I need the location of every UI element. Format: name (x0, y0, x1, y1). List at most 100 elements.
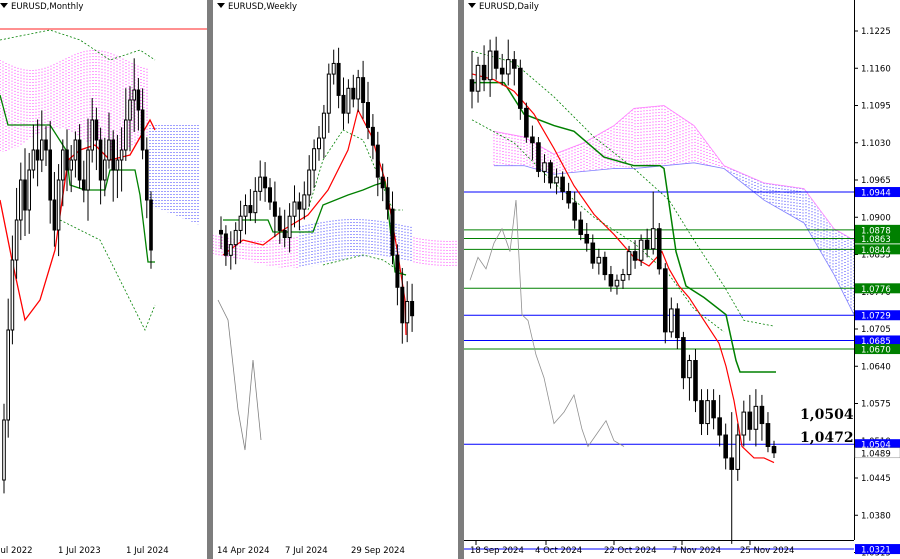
daily-candle (548, 159, 553, 189)
monthly-chart-panel[interactable]: EURUSD,Monthly Jul 2022 1 Jul 2023 1 Jul… (0, 0, 207, 559)
daily-candle (620, 268, 626, 289)
price-axis-label: 1.0640 (861, 362, 891, 372)
daily-candle (511, 51, 517, 86)
cloud-bearish-fill (730, 168, 855, 315)
annotation-tenkan-level: 1,0472 (800, 430, 854, 446)
price-tag-label: 1.0863 (861, 235, 891, 245)
chart-menu-triangle-icon[interactable] (217, 3, 225, 8)
daily-chart-panel[interactable]: EURUSD,Daily 1.1225 1.1160 1.1095 1.1030 1.0… (464, 0, 900, 559)
daily-candle (759, 394, 765, 441)
daily-candle (469, 51, 475, 109)
weekly-candle (302, 181, 307, 220)
daily-candle (711, 389, 716, 430)
daily-ichimoku-cloud (493, 105, 855, 315)
weekly-candle (238, 200, 243, 244)
daily-candle (662, 263, 668, 344)
monthly-candle (145, 137, 149, 219)
monthly-candle (56, 164, 61, 257)
price-tag-label: 1.0729 (861, 312, 891, 322)
weekly-x-tick-label: 7 Jul 2024 (285, 546, 328, 556)
daily-chart-title: EURUSD,Daily (468, 2, 539, 12)
weekly-candle (219, 216, 223, 250)
daily-candle (747, 394, 753, 441)
daily-candle (771, 440, 777, 458)
weekly-candle (370, 114, 375, 160)
weekly-x-tick-label: 14 Apr 2024 (217, 546, 270, 556)
monthly-candle (48, 121, 53, 224)
chart-menu-triangle-icon[interactable] (0, 3, 8, 8)
chikou-span (469, 200, 625, 448)
daily-x-tick-label: 4 Oct 2024 (535, 546, 583, 556)
monthly-candle (10, 235, 15, 345)
monthly-candle (73, 131, 78, 178)
monthly-candle (115, 135, 120, 199)
weekly-candle (292, 185, 297, 228)
annotation-kijun-level: 1,0504 (800, 407, 854, 423)
monthly-candle (82, 160, 86, 203)
daily-x-tick-label: 7 Nov 2024 (672, 546, 722, 556)
daily-ichimoku-lines (469, 50, 776, 464)
daily-candle (487, 39, 493, 97)
daily-candle (554, 168, 559, 195)
monthly-candle (31, 124, 36, 179)
monthly-candle (107, 112, 111, 169)
daily-candle (536, 137, 541, 178)
weekly-candle (321, 104, 326, 159)
weekly-candle (326, 63, 331, 133)
weekly-candle (361, 60, 366, 119)
daily-candles (469, 36, 777, 544)
price-tag-label: 1.0776 (861, 285, 891, 295)
monthly-candle (2, 403, 6, 494)
monthly-candle (61, 139, 65, 207)
daily-candle (723, 423, 728, 470)
monthly-candle (44, 126, 48, 166)
daily-candle (493, 36, 499, 80)
daily-candle (475, 56, 481, 103)
monthly-candle (128, 86, 132, 152)
monthly-candle (111, 130, 116, 202)
monthly-x-tick-label: 1 Jul 2024 (126, 546, 169, 556)
current-price-label: 1.0489 (861, 449, 891, 459)
price-axis-label: 1.0965 (861, 176, 891, 186)
tenkan-sen (471, 73, 775, 464)
daily-candle (505, 39, 511, 86)
daily-candle (741, 400, 747, 447)
weekly-candle (223, 225, 228, 266)
weekly-candle (341, 77, 346, 130)
monthly-candle (19, 162, 23, 241)
daily-candle (566, 182, 571, 209)
price-axis-label: 1.0705 (861, 325, 891, 335)
weekly-candles (219, 47, 415, 344)
monthly-envelope-lower (59, 219, 156, 331)
weekly-candle (351, 74, 356, 108)
monthly-chart-canvas (0, 28, 207, 494)
daily-candle (693, 349, 698, 413)
weekly-x-tick-label: 29 Sep 2024 (351, 546, 405, 556)
weekly-ichimoku-cloud (213, 219, 457, 268)
daily-chart-canvas: 1.1225 1.1160 1.1095 1.1030 1.0965 1.0900 1.08… (464, 0, 900, 559)
price-axis-label: 1.1030 (861, 139, 891, 149)
daily-candle (753, 389, 759, 447)
daily-candle (614, 274, 620, 295)
daily-candle (578, 211, 584, 241)
price-tag-label: 1.0670 (861, 346, 891, 356)
weekly-candle (297, 192, 302, 231)
weekly-cloud-bullish (213, 235, 457, 268)
weekly-candle (317, 125, 321, 161)
daily-candle (717, 394, 722, 447)
monthly-candle (124, 88, 128, 161)
daily-candle (560, 171, 565, 201)
monthly-candle (136, 77, 141, 131)
daily-candle (699, 389, 704, 436)
chart-menu-triangle-icon[interactable] (468, 3, 476, 8)
weekly-candle (228, 231, 233, 270)
daily-candle (669, 297, 674, 338)
weekly-candle (248, 189, 253, 221)
weekly-chart-panel[interactable]: EURUSD,Weekly 14 Apr 2024 7 Jul 2024 29 … (213, 0, 458, 559)
weekly-candle (272, 181, 277, 238)
weekly-candle (243, 194, 248, 235)
monthly-candle (149, 191, 153, 269)
daily-candle (632, 240, 638, 269)
monthly-cloud-bearish (149, 125, 199, 225)
price-axis-label: 1.1160 (861, 64, 891, 74)
